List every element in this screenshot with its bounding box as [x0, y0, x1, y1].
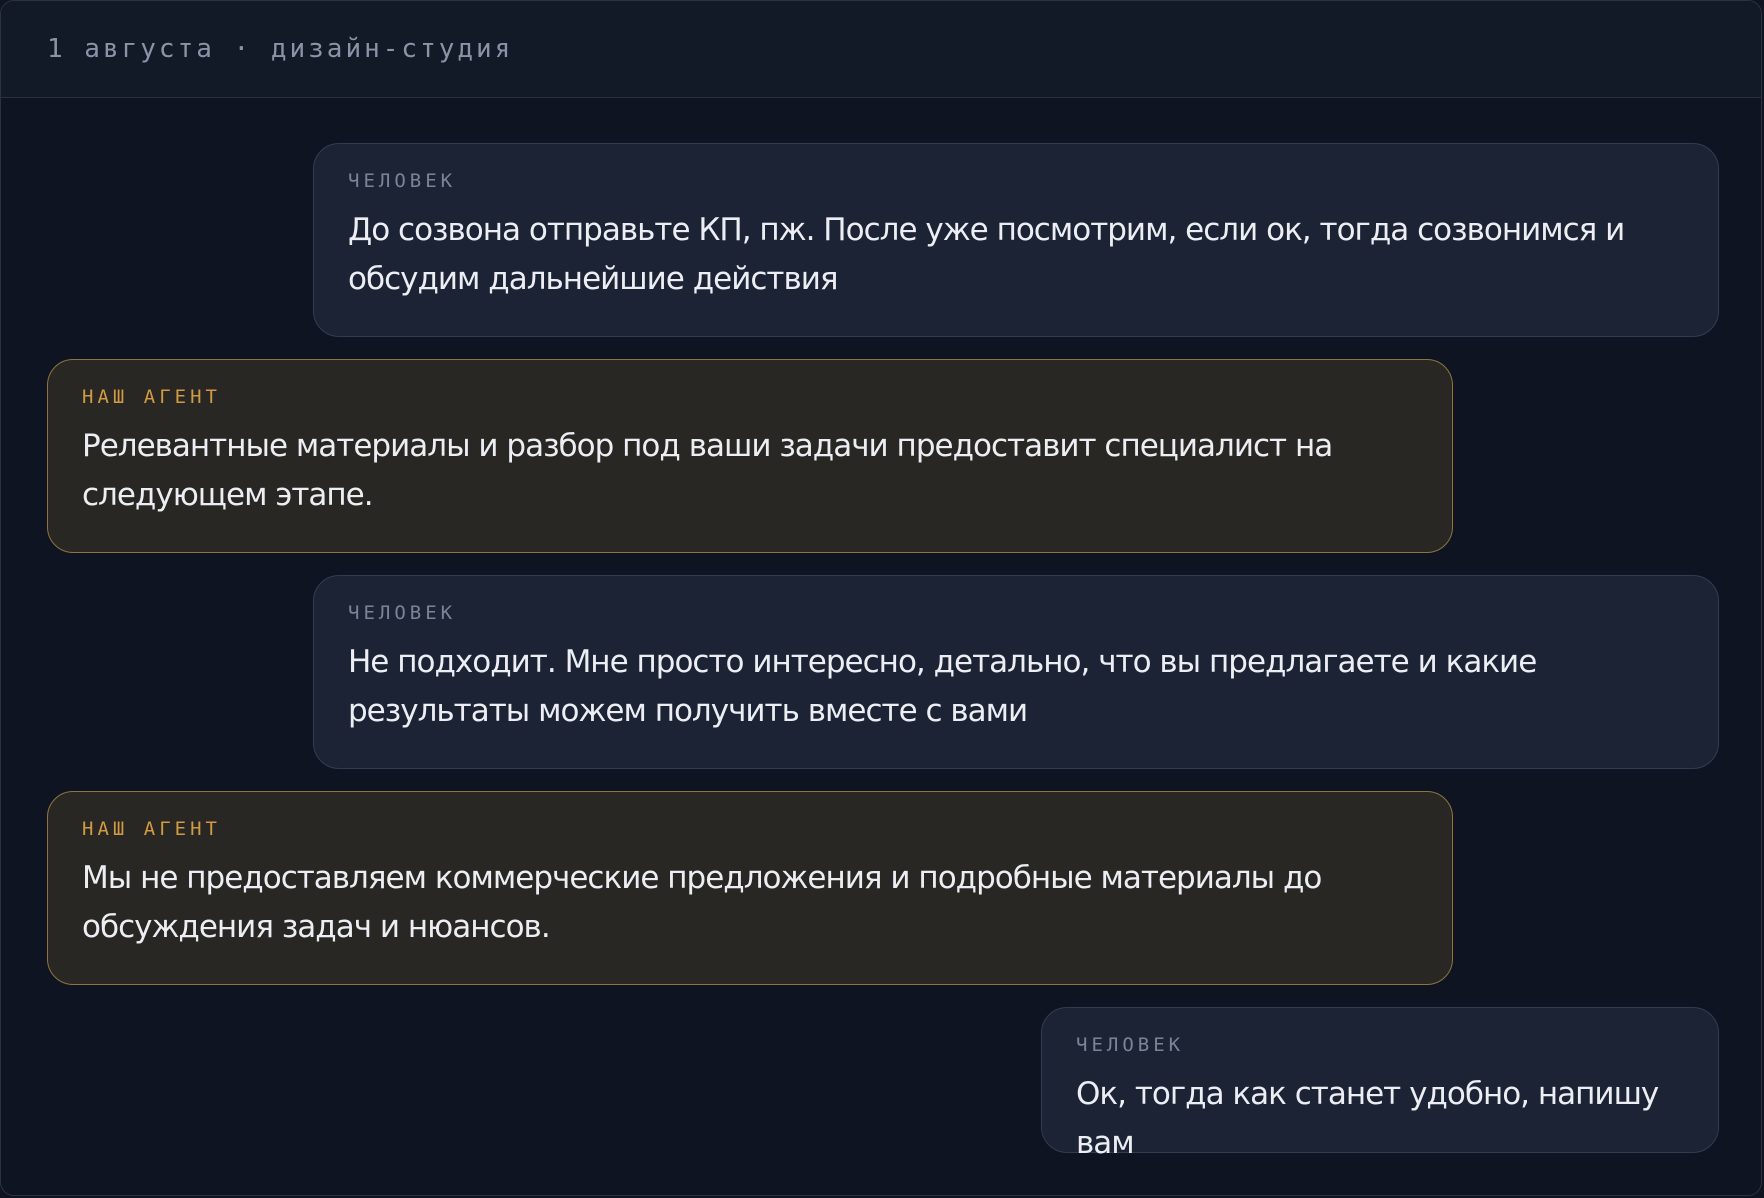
message-text: Релевантные материалы и разбор под ваши …: [82, 428, 1333, 513]
message-text: Мы не предоставляем коммерческие предлож…: [82, 860, 1322, 945]
chat-window: 1 августа · дизайн-студия ЧЕЛОВЕК До соз…: [0, 0, 1762, 1196]
message-text: Не подходит. Мне просто интересно, детал…: [348, 644, 1537, 729]
message-role-label: НАШ АГЕНТ: [82, 818, 221, 840]
message-role-label: ЧЕЛОВЕК: [348, 170, 457, 192]
chat-title: 1 августа · дизайн-студия: [47, 34, 514, 64]
message-agent: НАШ АГЕНТ Мы не предоставляем коммерческ…: [47, 791, 1453, 985]
message-role-label: НАШ АГЕНТ: [82, 386, 221, 408]
message-role-label: ЧЕЛОВЕК: [1076, 1034, 1185, 1056]
message-text: До созвона отправьте КП, пж. После уже п…: [348, 212, 1625, 297]
message-role-label: ЧЕЛОВЕК: [348, 602, 457, 624]
message-human: ЧЕЛОВЕК Не подходит. Мне просто интересн…: [313, 575, 1719, 769]
chat-header: 1 августа · дизайн-студия: [1, 1, 1761, 98]
message-agent: НАШ АГЕНТ Релевантные материалы и разбор…: [47, 359, 1453, 553]
message-human: ЧЕЛОВЕК До созвона отправьте КП, пж. Пос…: [313, 143, 1719, 337]
message-human: ЧЕЛОВЕК Ок, тогда как станет удобно, нап…: [1041, 1007, 1719, 1161]
message-text: Ок, тогда как станет удобно, напишу вам: [1076, 1076, 1659, 1161]
